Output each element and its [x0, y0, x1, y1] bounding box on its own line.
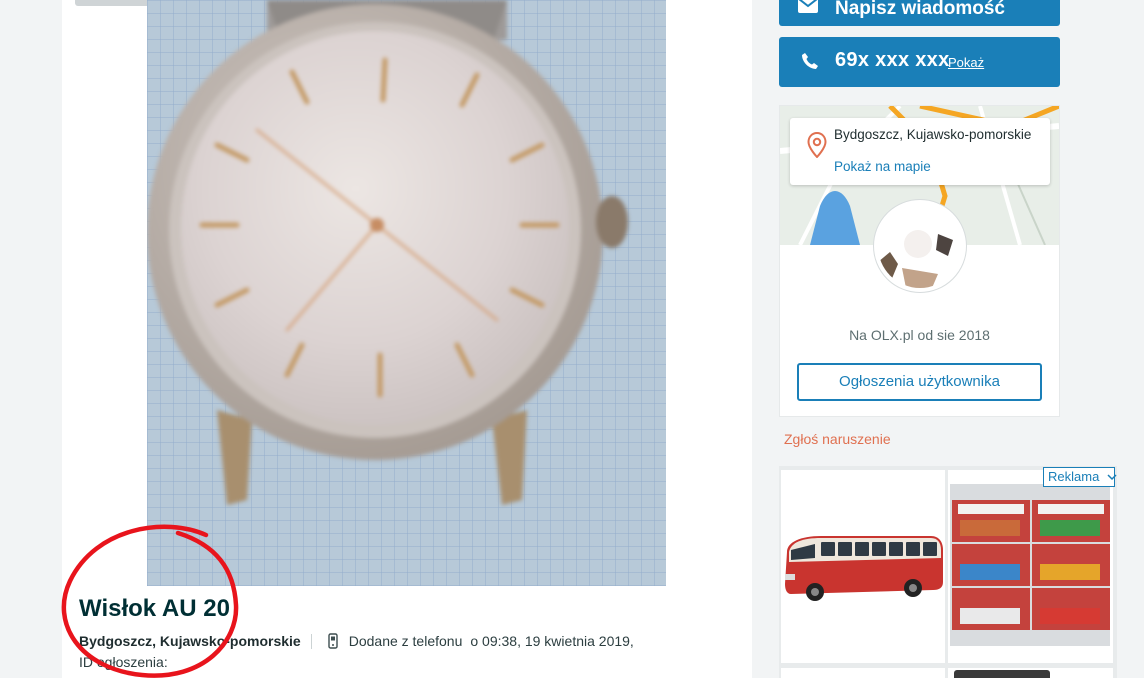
seller-location: Bydgoszcz, Kujawsko-pomorskie	[834, 127, 1032, 142]
send-message-button[interactable]: Napisz wiadomość	[779, 0, 1060, 26]
meta-divider	[310, 633, 312, 649]
listing-title: Wisłok AU 20	[79, 595, 230, 622]
location-card: Bydgoszcz, Kujawsko-pomorskie Pokaż na m…	[790, 118, 1050, 185]
phone-icon	[802, 53, 818, 69]
seller-box: Bydgoszcz, Kujawsko-pomorskie Pokaż na m…	[779, 105, 1060, 417]
added-via: Dodane z telefonu	[348, 633, 463, 649]
seller-avatar[interactable]	[874, 200, 966, 292]
listing-photo[interactable]	[147, 0, 666, 586]
bus-model-image	[781, 470, 945, 663]
phone-button[interactable]: 69x xxx xxx Pokaż	[779, 37, 1060, 87]
chevron-down-icon	[1107, 474, 1117, 481]
page: Wisłok AU 20 Bydgoszcz, Kujawsko-pomorsk…	[0, 0, 1144, 678]
envelope-icon	[798, 0, 818, 13]
user-ads-button[interactable]: Ogłoszenia użytkownika	[797, 363, 1042, 401]
phone-number: 69x xxx xxx	[835, 49, 950, 71]
show-on-map-link[interactable]: Pokaż na mapie	[834, 159, 931, 174]
ad-tile-bottom-left[interactable]	[781, 668, 945, 678]
mobile-phone-icon	[328, 633, 338, 649]
ad-badge-label: Reklama	[1048, 469, 1100, 484]
listing-meta: Bydgoszcz, Kujawsko-pomorskie Dodane z t…	[79, 633, 634, 649]
avatar-image	[878, 204, 962, 288]
listing-location[interactable]: Bydgoszcz, Kujawsko-pomorskie	[79, 633, 301, 649]
ad-tile-cars[interactable]	[948, 470, 1113, 663]
toy-cars-image	[948, 470, 1113, 663]
send-message-label: Napisz wiadomość	[835, 0, 1005, 19]
added-date: o 09:38, 19 kwietnia 2019,	[470, 633, 634, 649]
ad-tile-bus[interactable]	[781, 470, 945, 663]
ad-tile-bottom-right[interactable]	[948, 668, 1113, 678]
show-phone-link[interactable]: Pokaż	[948, 55, 984, 70]
watch-image	[147, 0, 628, 505]
location-pin-icon	[807, 132, 827, 158]
ad-thumbnail	[954, 670, 1050, 678]
member-since: Na OLX.pl od sie 2018	[849, 327, 990, 343]
report-link[interactable]: Zgłoś naruszenie	[784, 431, 891, 447]
listing-id: ID ogłoszenia:	[79, 654, 168, 670]
ad-badge[interactable]: Reklama	[1043, 467, 1117, 487]
